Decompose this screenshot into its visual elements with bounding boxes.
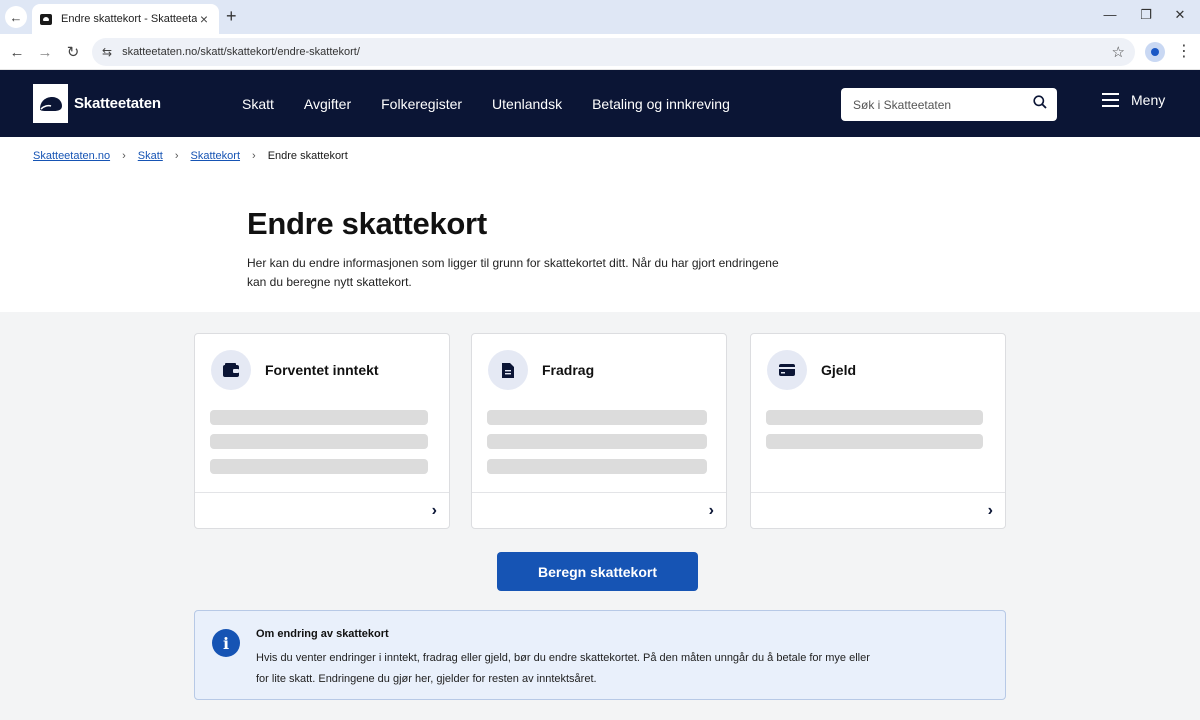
skatteetaten-logo[interactable]: Skatteetaten (33, 84, 161, 123)
loading-placeholder (210, 410, 428, 425)
card-title: Gjeld (821, 362, 857, 378)
card-title: Fradrag (542, 362, 595, 378)
info-title: Om endring av skattekort (256, 628, 389, 640)
wallet-icon (211, 350, 251, 390)
menu-button[interactable]: Meny (1102, 92, 1165, 108)
close-window-icon[interactable]: ✕ (1170, 7, 1190, 23)
credit-card-icon (767, 350, 807, 390)
loading-placeholder (487, 434, 707, 449)
hamburger-icon (1102, 93, 1119, 107)
skatteetaten-favicon-icon (40, 13, 52, 25)
card-title: Forventet inntekt (265, 362, 379, 378)
site-search-box (841, 88, 1057, 121)
calculate-tax-card-button[interactable]: Beregn skattekort (497, 552, 698, 591)
card-gjeld[interactable]: Gjeld › (750, 333, 1006, 529)
profile-avatar-icon[interactable] (1145, 42, 1165, 62)
document-icon (488, 350, 528, 390)
site-header: Skatteetaten Skatt Avgifter Folkeregiste… (0, 70, 1200, 137)
browser-toolbar: ← → ↻ ⇆ skatteetaten.no/skatt/skattekort… (0, 34, 1200, 70)
browser-tab-active[interactable]: Endre skattekort - Skatteetaten × (32, 4, 219, 34)
card-fradrag[interactable]: Fradrag › (471, 333, 727, 529)
minimize-window-icon[interactable]: — (1100, 7, 1120, 22)
tab-title: Endre skattekort - Skatteetaten (61, 13, 197, 25)
nav-item-skatt[interactable]: Skatt (242, 96, 274, 112)
address-url[interactable]: skatteetaten.no/skatt/skattekort/endre-s… (122, 46, 1111, 58)
bookmark-star-icon[interactable]: ☆ (1112, 43, 1125, 61)
browser-tab-bar: ← Endre skattekort - Skatteetaten × + — … (0, 0, 1200, 34)
reload-icon[interactable]: ↻ (63, 42, 83, 62)
info-box: i Om endring av skattekort Hvis du vente… (194, 610, 1006, 700)
card-forventet-inntekt[interactable]: Forventet inntekt › (194, 333, 450, 529)
loading-placeholder (487, 459, 707, 474)
loading-placeholder (210, 459, 428, 474)
search-icon[interactable] (1033, 95, 1047, 114)
chevron-right-icon: › (174, 150, 179, 162)
breadcrumb: Skatteetaten.no › Skatt › Skattekort › E… (33, 150, 348, 162)
restore-window-icon[interactable]: ❐ (1136, 7, 1156, 23)
chevron-right-icon[interactable]: › (988, 502, 993, 520)
forward-arrow-icon[interactable]: → (35, 42, 55, 62)
info-text: Hvis du venter endringer i inntekt, frad… (256, 652, 870, 685)
page-intro-text: Her kan du endre informasjonen som ligge… (247, 256, 779, 289)
info-icon: i (212, 629, 240, 657)
chevron-right-icon: › (252, 150, 256, 162)
browser-menu-icon[interactable]: ⋮ (1176, 42, 1192, 62)
new-tab-button[interactable]: + (226, 6, 237, 26)
logo-mark-icon (33, 84, 68, 123)
site-settings-icon[interactable]: ⇆ (102, 45, 112, 59)
search-input[interactable] (853, 97, 1033, 112)
breadcrumb-link-skattekort[interactable]: Skattekort (190, 150, 240, 162)
loading-placeholder (487, 410, 707, 425)
breadcrumb-current: Endre skattekort (267, 150, 348, 162)
logo-text: Skatteetaten (74, 95, 161, 112)
main-navigation: Skatt Avgifter Folkeregister Utenlandsk … (242, 70, 760, 137)
nav-item-avgifter[interactable]: Avgifter (304, 96, 351, 112)
breadcrumb-link-home[interactable]: Skatteetaten.no (33, 150, 110, 162)
loading-placeholder (210, 434, 428, 449)
chevron-right-icon[interactable]: › (709, 502, 714, 520)
chevron-right-icon[interactable]: › (432, 502, 437, 520)
loading-placeholder (766, 434, 983, 449)
page-title: Endre skattekort (247, 206, 487, 241)
loading-placeholder (766, 410, 983, 425)
menu-label: Meny (1131, 92, 1166, 108)
tab-search-button[interactable]: ← (5, 6, 27, 28)
nav-item-folkeregister[interactable]: Folkeregister (381, 96, 462, 112)
address-bar[interactable]: ⇆ skatteetaten.no/skatt/skattekort/endre… (92, 38, 1135, 66)
page-intro-section: Skatteetaten.no › Skatt › Skattekort › E… (0, 137, 1200, 312)
back-arrow-icon[interactable]: ← (7, 42, 27, 62)
chevron-right-icon: › (122, 150, 126, 162)
tab-close-icon[interactable]: × (197, 11, 211, 27)
nav-item-utenlandsk[interactable]: Utenlandsk (492, 96, 562, 112)
nav-item-betaling-og-innkreving[interactable]: Betaling og innkreving (592, 96, 730, 112)
breadcrumb-link-skatt[interactable]: Skatt (138, 150, 163, 162)
